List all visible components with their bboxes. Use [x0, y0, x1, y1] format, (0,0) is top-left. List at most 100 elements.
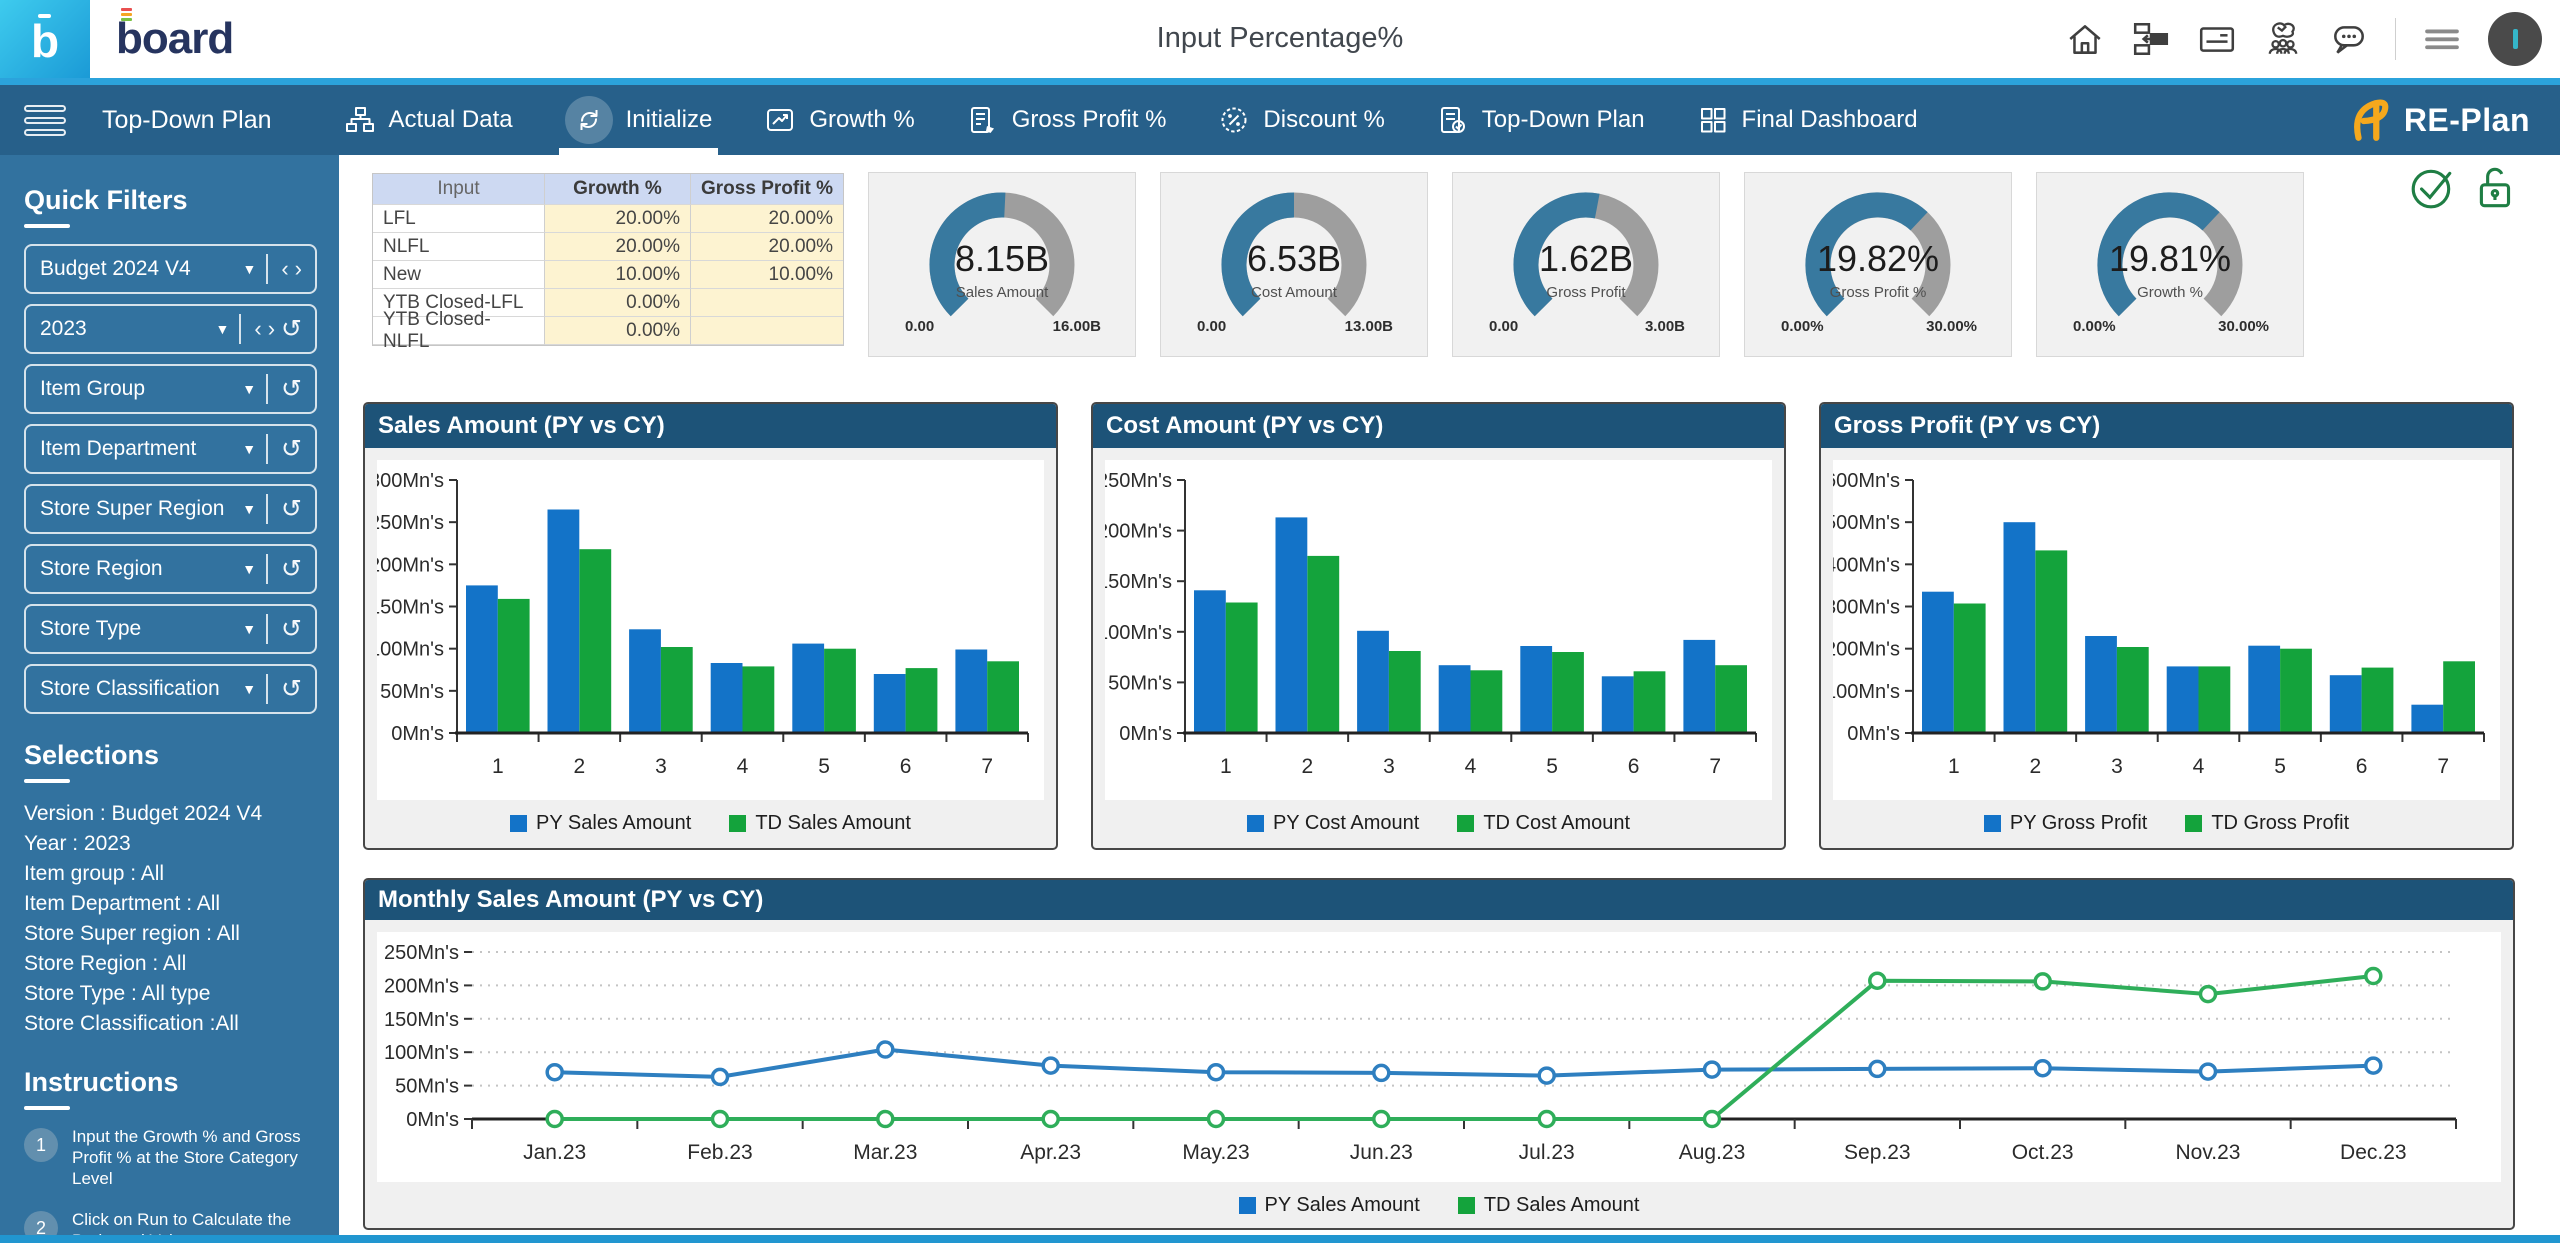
bar [1389, 651, 1421, 733]
lock-open-icon[interactable] [2472, 164, 2520, 212]
svg-text:2: 2 [1302, 755, 1314, 778]
bar [661, 647, 693, 733]
tab-growth[interactable]: Growth % [764, 85, 914, 155]
legend-label: PY Sales Amount [536, 812, 691, 835]
tab-initialize[interactable]: Initialize [565, 85, 713, 155]
gross-profit-cell[interactable]: 20.00% [691, 233, 843, 261]
chart-title: Sales Amount (PY vs CY) [365, 404, 1056, 448]
gauge-gross-profit-: 19.82%Gross Profit %0.00%30.00% [1744, 172, 2012, 357]
hierarchy-icon [344, 104, 376, 136]
row-label: YTB Closed-NLFL [373, 317, 545, 345]
filter-store-super-region[interactable]: Store Super Region▼↺ [24, 484, 317, 534]
chevron-down-icon[interactable]: ▼ [216, 321, 230, 337]
reset-icon[interactable]: ↺ [281, 314, 302, 344]
filter-store-type[interactable]: Store Type▼ ↺ [24, 604, 317, 654]
reset-icon[interactable]: ↺ [281, 494, 302, 524]
title-rule [24, 779, 70, 783]
title-rule [24, 224, 70, 228]
card-icon[interactable] [2197, 19, 2237, 59]
filter-label: Store Type [40, 617, 242, 641]
filter-item-department[interactable]: Item Department▼↺ [24, 424, 317, 474]
selection-line: Item Department : All [24, 889, 317, 919]
workflow-icon[interactable] [2131, 19, 2171, 59]
bar-charts-row: Sales Amount (PY vs CY) 0Mn's50Mn's100Mn'… [363, 402, 2515, 850]
prev-icon[interactable]: ‹ [254, 316, 261, 342]
menu-icon[interactable] [2422, 19, 2462, 59]
filter-budget-2024-v4[interactable]: Budget 2024 V4▼‹› [24, 244, 317, 294]
check-circle-icon[interactable] [2408, 164, 2456, 212]
chevron-down-icon[interactable]: ▼ [242, 621, 256, 637]
filter-2023[interactable]: 2023▼ ‹ ›↺ [24, 304, 317, 354]
tab-final-dashboard[interactable]: Final Dashboard [1697, 85, 1918, 155]
home-icon[interactable] [2065, 19, 2105, 59]
nav-menu-label[interactable]: Top-Down Plan [102, 106, 272, 135]
chevron-down-icon[interactable]: ▼ [242, 381, 256, 397]
growth-cell[interactable]: 10.00% [545, 261, 691, 289]
tab-discount[interactable]: Discount % [1218, 85, 1384, 155]
selections-title: Selections [24, 740, 317, 771]
selection-line: Store Type : All type [24, 979, 317, 1009]
svg-text:Gross Profit: Gross Profit [1546, 284, 1626, 301]
chevron-down-icon[interactable]: ▼ [242, 681, 256, 697]
filter-store-classification[interactable]: Store Classification▼↺ [24, 664, 317, 714]
svg-text:Jan.23: Jan.23 [523, 1141, 586, 1164]
growth-cell[interactable]: 0.00% [545, 317, 691, 345]
chevron-down-icon[interactable]: ▼ [242, 561, 256, 577]
growth-cell[interactable]: 0.00% [545, 289, 691, 317]
replan-logo-icon [2346, 96, 2394, 144]
plot-area: 0Mn's50Mn's100Mn's150Mn's200Mn's250Mn's1… [1105, 460, 1772, 800]
chevron-down-icon[interactable]: ▼ [242, 441, 256, 457]
nav-burger-icon[interactable] [24, 105, 66, 136]
tab-label: Top-Down Plan [1482, 106, 1645, 134]
legend-swatch [1458, 1197, 1475, 1214]
reset-icon[interactable]: ↺ [281, 434, 302, 464]
input-table-header: Input Growth % Gross Profit % [373, 174, 843, 205]
gross-profit-cell[interactable]: 10.00% [691, 261, 843, 289]
gauge-gross-profit: 1.62BGross Profit0.003.00B [1452, 172, 1720, 357]
next-icon[interactable]: › [268, 316, 275, 342]
legend-label: TD Sales Amount [755, 812, 911, 835]
reset-icon[interactable]: ↺ [281, 554, 302, 584]
tab-actual-data[interactable]: Actual Data [344, 85, 513, 155]
filter-store-region[interactable]: Store Region▼↺ [24, 544, 317, 594]
growth-cell[interactable]: 20.00% [545, 233, 691, 261]
row-label: LFL [373, 205, 545, 233]
bar [874, 674, 906, 733]
chart-title: Gross Profit (PY vs CY) [1821, 404, 2512, 448]
gross-profit-cell[interactable]: 20.00% [691, 205, 843, 233]
tab-top-down-plan[interactable]: Top-Down Plan [1437, 85, 1645, 155]
reset-icon[interactable]: ↺ [281, 674, 302, 704]
instruction-number: 1 [24, 1128, 58, 1162]
bar [2199, 666, 2231, 733]
chevron-down-icon[interactable]: ▼ [242, 501, 256, 517]
reset-icon[interactable]: ↺ [281, 614, 302, 644]
user-avatar[interactable] [2488, 12, 2542, 66]
growth-cell[interactable]: 20.00% [545, 205, 691, 233]
next-icon[interactable]: › [295, 256, 302, 282]
prev-icon[interactable]: ‹ [281, 256, 288, 282]
data-point [2201, 987, 2216, 1002]
svg-text:Mar.23: Mar.23 [853, 1141, 917, 1164]
tab-gross-profit[interactable]: Gross Profit % [967, 85, 1167, 155]
reset-icon[interactable]: ↺ [281, 374, 302, 404]
svg-text:3: 3 [655, 755, 667, 778]
svg-text:2: 2 [2030, 755, 2042, 778]
filter-divider [266, 254, 268, 284]
bar [2004, 522, 2036, 733]
presenter-icon[interactable] [2263, 19, 2303, 59]
filter-item-group[interactable]: Item Group▼↺ [24, 364, 317, 414]
svg-text:200Mn's: 200Mn's [384, 975, 459, 997]
filter-label: 2023 [40, 317, 216, 341]
bar [1520, 646, 1552, 733]
chevron-down-icon[interactable]: ▼ [242, 261, 256, 277]
board-logo-tile[interactable]: b [0, 0, 90, 78]
col-header-growth: Growth % [545, 174, 691, 205]
svg-text:Sep.23: Sep.23 [1844, 1141, 1911, 1164]
legend-label: PY Sales Amount [1265, 1194, 1420, 1217]
chat-icon[interactable] [2329, 19, 2369, 59]
instructions-list: 1Input the Growth % and Gross Profit % a… [24, 1126, 317, 1243]
gross-profit-cell[interactable] [691, 317, 843, 345]
grid-icon [1697, 104, 1729, 136]
gross-profit-cell[interactable] [691, 289, 843, 317]
legend-item: PY Cost Amount [1247, 812, 1419, 835]
